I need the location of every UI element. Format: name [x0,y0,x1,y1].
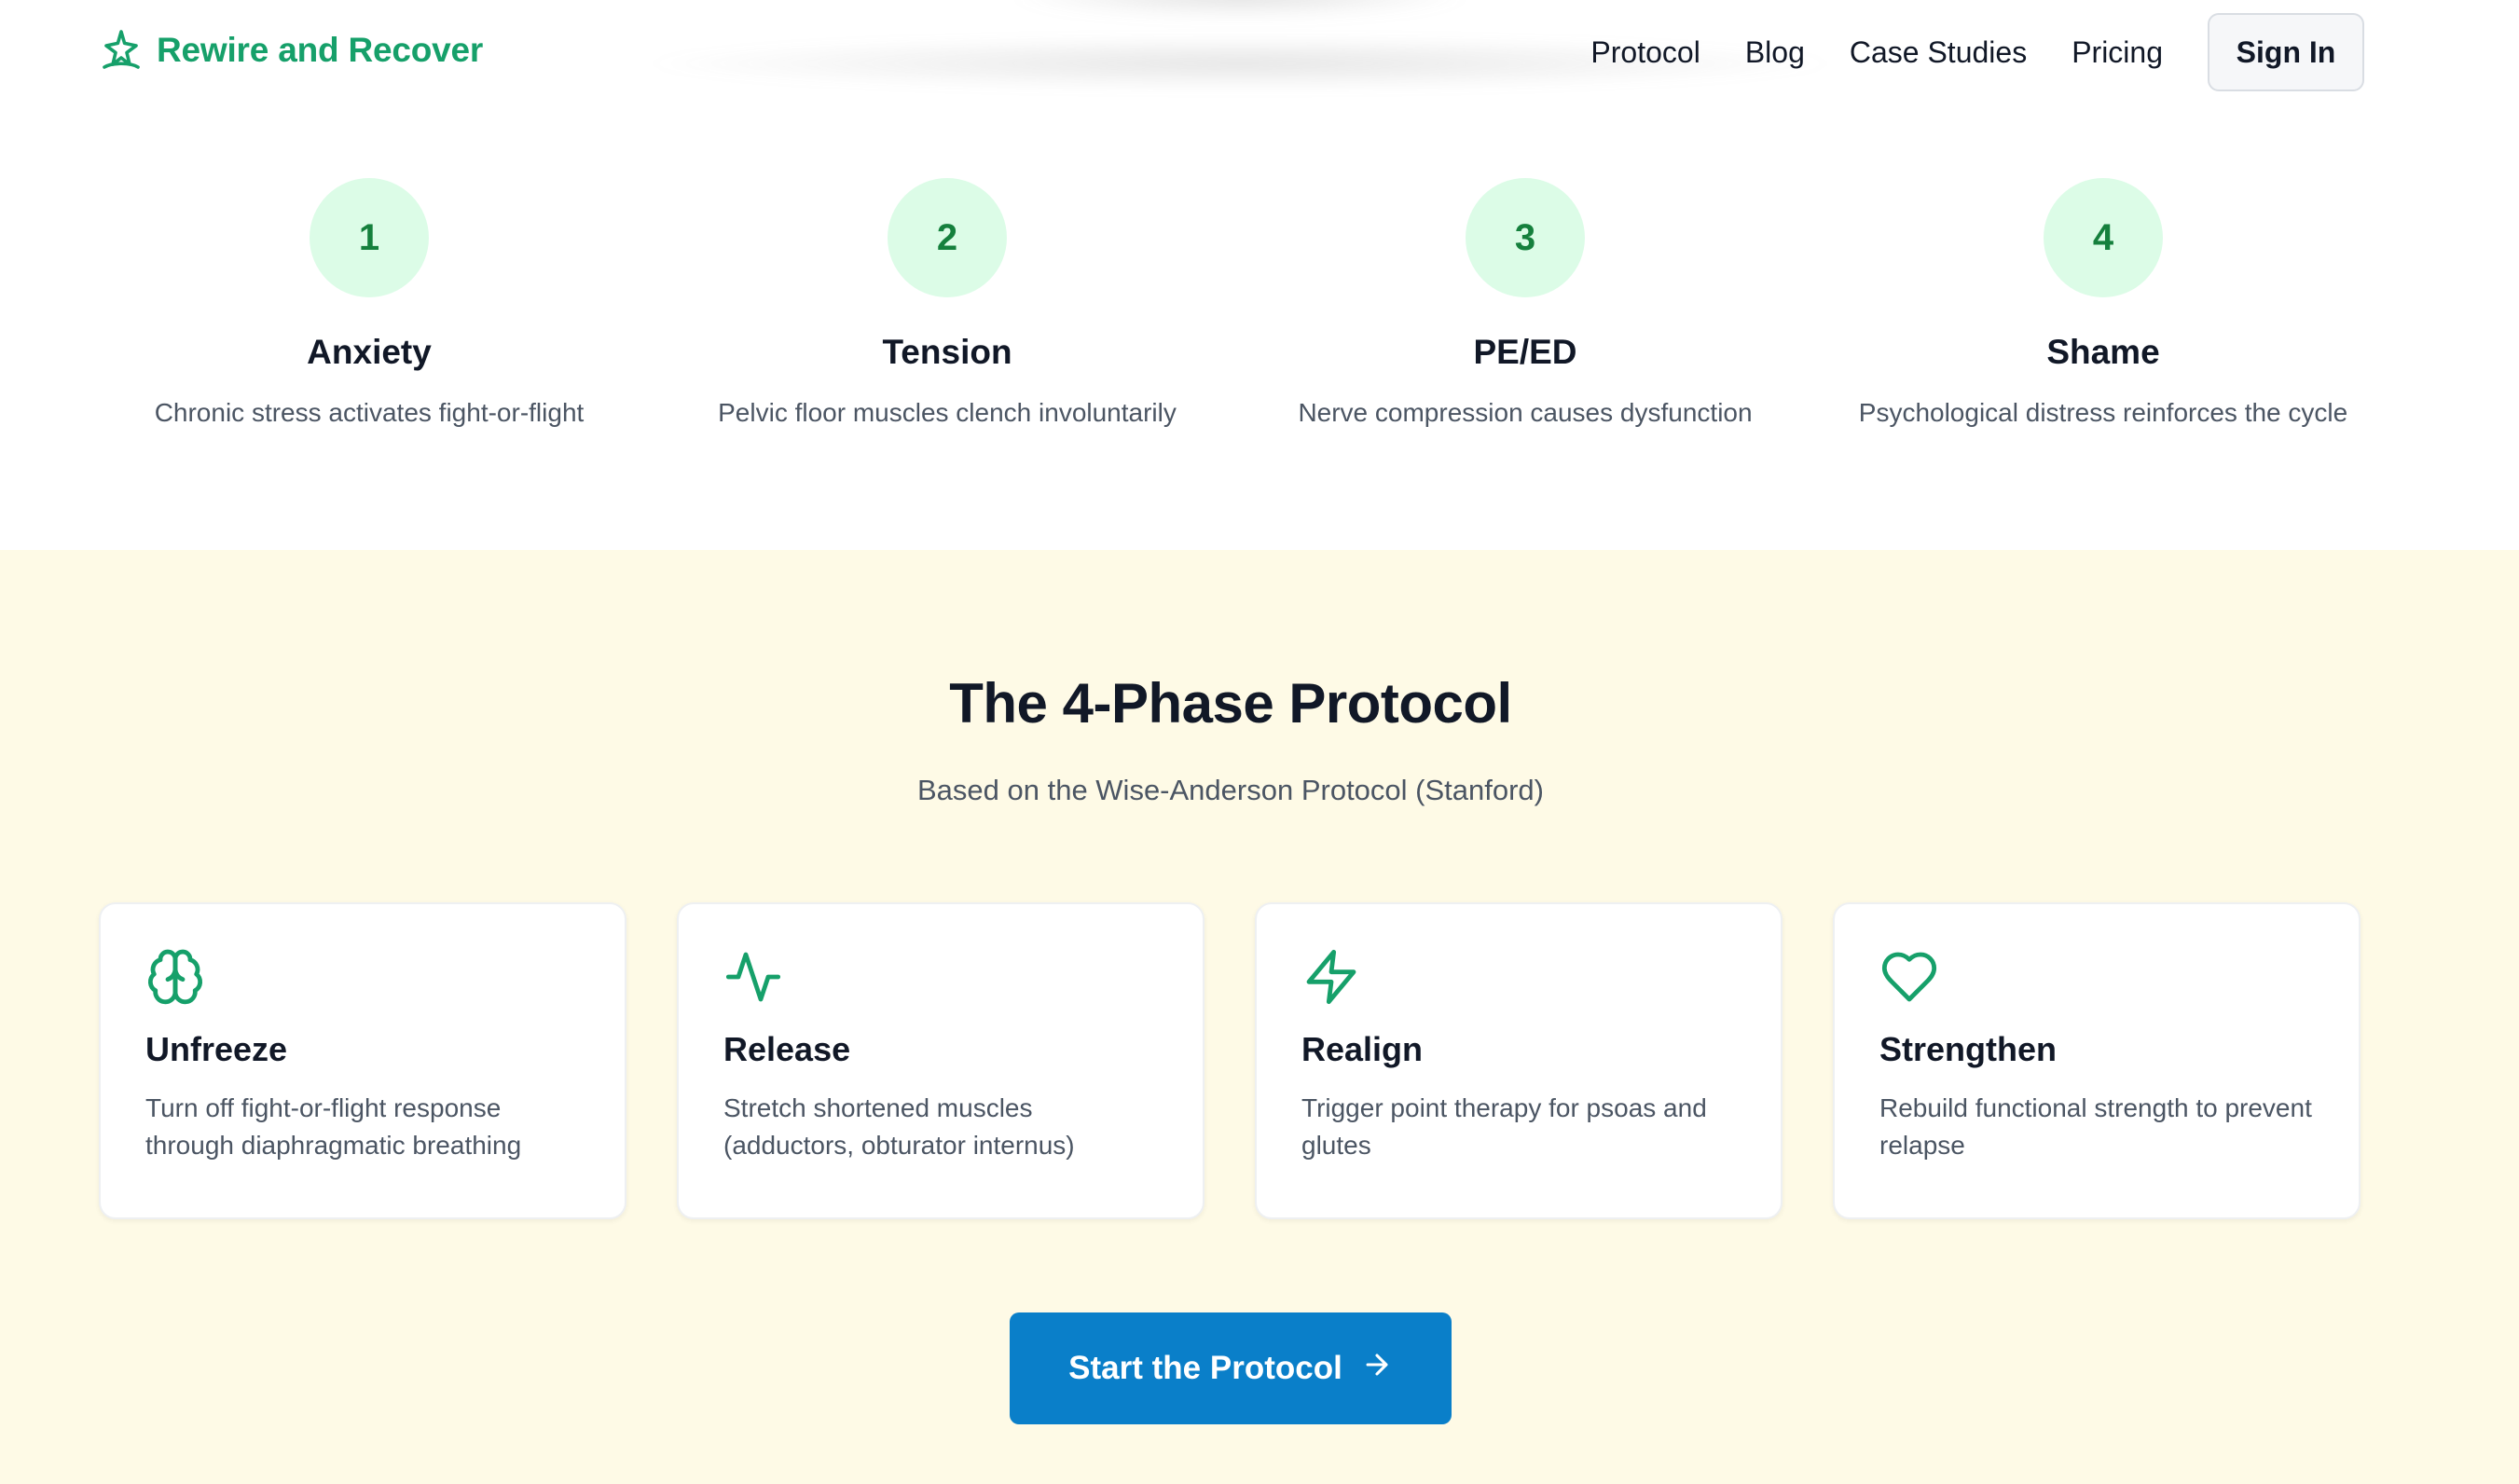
nav-link-pricing[interactable]: Pricing [2072,35,2163,70]
phase-card-realign: Realign Trigger point therapy for psoas … [1255,902,1783,1219]
step-description: Psychological distress reinforces the cy… [1858,398,2348,427]
lightning-icon [1301,949,1361,1010]
phase-card-release: Release Stretch shortened muscles (adduc… [677,902,1204,1219]
step-number-badge: 3 [1466,178,1585,297]
phase-card-unfreeze: Unfreeze Turn off fight-or-flight respon… [99,902,626,1219]
step-title: Anxiety [307,333,432,371]
section-title: The 4-Phase Protocol [949,672,1512,735]
card-description: Rebuild functional strength to prevent r… [1879,1093,2312,1160]
nav-link-case-studies[interactable]: Case Studies [1850,35,2027,70]
cycle-step: 3 PE/ED Nerve compression causes dysfunc… [1236,104,1814,550]
main-nav: Protocol Blog Case Studies Pricing Sign … [1546,13,2519,91]
cta-label: Start the Protocol [1068,1350,1342,1386]
blurred-background-content [1007,0,1473,19]
card-description: Stretch shortened muscles (adductors, ob… [723,1093,1075,1160]
step-title: Shame [2046,333,2160,371]
phase-card-strengthen: Strengthen Rebuild functional strength t… [1833,902,2361,1219]
activity-icon [723,952,783,1010]
cycle-steps: 1 Anxiety Chronic stress activates fight… [0,104,2519,550]
card-title: Strengthen [1879,1030,2058,1068]
card-description: Trigger point therapy for psoas and glut… [1301,1093,1707,1160]
site-header: Rewire and Recover Protocol Blog Case St… [0,0,2519,104]
step-number-badge: 2 [888,178,1007,297]
sign-in-button[interactable]: Sign In [2208,13,2364,91]
phase-cards: Unfreeze Turn off fight-or-flight respon… [99,902,2361,1219]
card-title: Realign [1301,1030,1424,1068]
start-protocol-button[interactable]: Start the Protocol [1010,1312,1452,1424]
step-description: Chronic stress activates fight-or-flight [154,398,585,427]
heart-icon [1879,952,1939,1010]
step-number-badge: 4 [2044,178,2163,297]
step-title: PE/ED [1473,333,1577,371]
section-subtitle: Based on the Wise-Anderson Protocol (Sta… [916,774,1544,806]
arrow-right-icon [1361,1349,1393,1389]
card-title: Release [723,1030,851,1068]
sprout-star-icon [99,28,144,73]
brand-name: Rewire and Recover [157,31,484,69]
nav-link-blog[interactable]: Blog [1745,35,1805,70]
card-title: Unfreeze [145,1030,288,1068]
cycle-step: 2 Tension Pelvic floor muscles clench in… [658,104,1236,550]
protocol-section: The 4-Phase Protocol Based on the Wise-A… [0,550,2519,1484]
card-description: Turn off fight-or-flight response throug… [145,1093,522,1160]
step-description: Pelvic floor muscles clench involuntaril… [718,398,1177,427]
cycle-step: 4 Shame Psychological distress reinforce… [1814,104,2392,550]
step-title: Tension [882,333,1012,371]
nav-link-protocol[interactable]: Protocol [1590,35,1700,70]
brain-icon [145,949,205,1010]
cycle-step: 1 Anxiety Chronic stress activates fight… [80,104,658,550]
step-number-badge: 1 [310,178,429,297]
step-description: Nerve compression causes dysfunction [1298,398,1753,427]
brand-logo-link[interactable]: Rewire and Recover [99,28,483,73]
